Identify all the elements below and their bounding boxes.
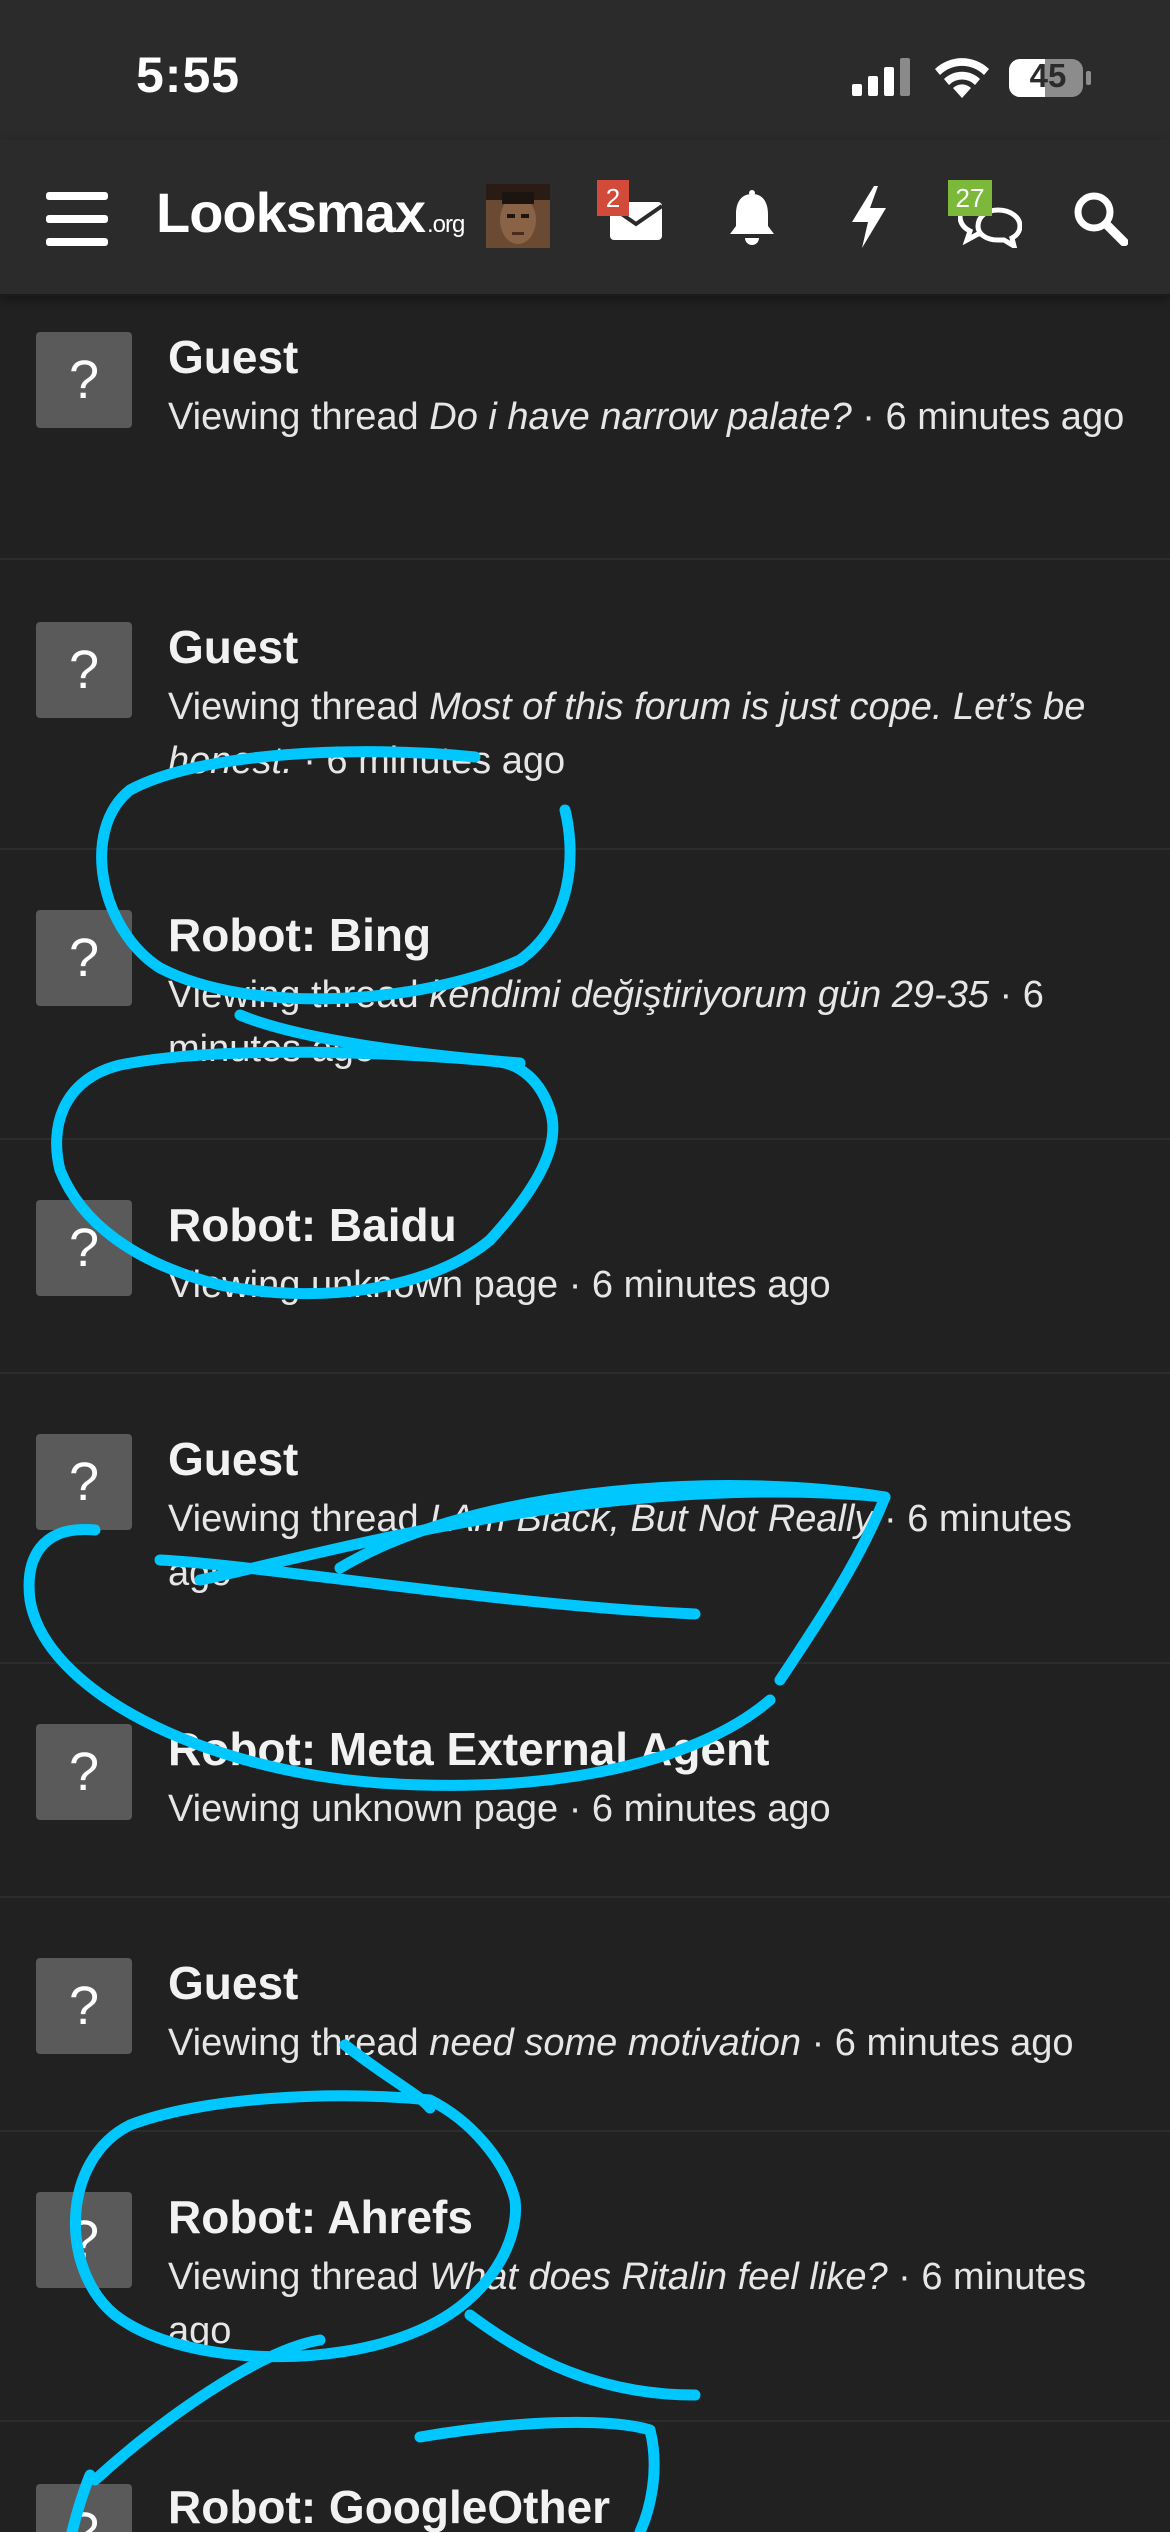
list-item[interactable]: ? Guest Viewing thread Most of this foru… <box>0 560 1170 850</box>
list-item[interactable]: ? Robot: Meta External Agent Viewing unk… <box>0 1664 1170 1898</box>
visitor-name[interactable]: Guest <box>168 1432 298 1486</box>
thread-link[interactable]: Do i have narrow palate? <box>429 396 851 438</box>
logo-tld: .org <box>427 211 465 238</box>
list-item[interactable]: ? Guest Viewing thread Do i have narrow … <box>0 296 1170 560</box>
activity-text: Viewing thread I Am Black, But Not Reall… <box>168 1498 1072 1594</box>
list-item[interactable]: ? Guest Viewing thread need some motivat… <box>0 1898 1170 2132</box>
activity-text: Viewing thread need some motivation · 6 … <box>168 2022 1074 2064</box>
cellular-signal-icon <box>852 58 910 96</box>
visitor-name[interactable]: Robot: Meta External Agent <box>168 1722 769 1776</box>
activity-text: Viewing unknown page · 6 minutes ago <box>168 1264 831 1306</box>
unknown-avatar: ? <box>36 332 132 428</box>
search-icon[interactable] <box>1072 190 1128 246</box>
wifi-icon <box>935 58 989 98</box>
screen: 5:55 45 Looksmax.org 2 27 ? Guest Viewin… <box>0 0 1170 2532</box>
visitor-name[interactable]: Guest <box>168 1956 298 2010</box>
list-item[interactable]: ? Robot: Ahrefs Viewing thread What does… <box>0 2132 1170 2422</box>
visitor-name[interactable]: Robot: Bing <box>168 908 431 962</box>
activity-text: Viewing thread Do i have narrow palate? … <box>168 396 1125 438</box>
unknown-avatar: ? <box>36 910 132 1006</box>
thread-link[interactable]: What does Ritalin feel like? <box>429 2256 887 2298</box>
avatar[interactable] <box>486 184 550 248</box>
visitor-name[interactable]: Guest <box>168 620 298 674</box>
unknown-avatar: ? <box>36 2484 132 2532</box>
logo-text: Looksmax <box>156 181 426 244</box>
thread-link[interactable]: need some motivation <box>429 2022 801 2064</box>
top-navbar: Looksmax.org 2 27 <box>0 140 1170 296</box>
menu-icon[interactable] <box>46 192 108 246</box>
unknown-avatar: ? <box>36 622 132 718</box>
unknown-avatar: ? <box>36 1200 132 1296</box>
status-time: 5:55 <box>136 47 241 103</box>
status-bar: 5:55 45 <box>0 0 1170 140</box>
site-logo[interactable]: Looksmax.org <box>156 180 465 250</box>
visitor-name[interactable]: Robot: Baidu <box>168 1198 457 1252</box>
bell-icon[interactable] <box>726 190 778 246</box>
online-users-list: ? Guest Viewing thread Do i have narrow … <box>0 296 1170 2532</box>
unknown-avatar: ? <box>36 1958 132 2054</box>
chat-badge: 27 <box>948 180 992 216</box>
mail-badge: 2 <box>597 180 629 216</box>
activity-text: Viewing thread Most of this forum is jus… <box>168 686 1086 782</box>
visitor-name[interactable]: Robot: GoogleOther <box>168 2480 610 2532</box>
unknown-avatar: ? <box>36 1724 132 1820</box>
thread-link[interactable]: kendimi değiştiriyorum gün 29-35 <box>429 974 989 1016</box>
list-item[interactable]: ? Guest Viewing thread I Am Black, But N… <box>0 1374 1170 1664</box>
list-item[interactable]: ? Robot: Bing Viewing thread kendimi değ… <box>0 850 1170 1140</box>
list-item[interactable]: ? Robot: GoogleOther <box>0 2422 1170 2532</box>
unknown-avatar: ? <box>36 1434 132 1530</box>
bolt-icon[interactable] <box>848 186 890 248</box>
list-item[interactable]: ? Robot: Baidu Viewing unknown page · 6 … <box>0 1140 1170 1374</box>
thread-link[interactable]: I Am Black, But Not Really <box>429 1498 873 1540</box>
visitor-name[interactable]: Guest <box>168 330 298 384</box>
unknown-avatar: ? <box>36 2192 132 2288</box>
activity-text: Viewing unknown page · 6 minutes ago <box>168 1788 831 1830</box>
avatar-image <box>486 184 550 248</box>
visitor-name[interactable]: Robot: Ahrefs <box>168 2190 473 2244</box>
battery-level: 45 <box>1029 57 1067 94</box>
activity-text: Viewing thread What does Ritalin feel li… <box>168 2256 1087 2352</box>
activity-text: Viewing thread kendimi değiştiriyorum gü… <box>168 974 1044 1070</box>
